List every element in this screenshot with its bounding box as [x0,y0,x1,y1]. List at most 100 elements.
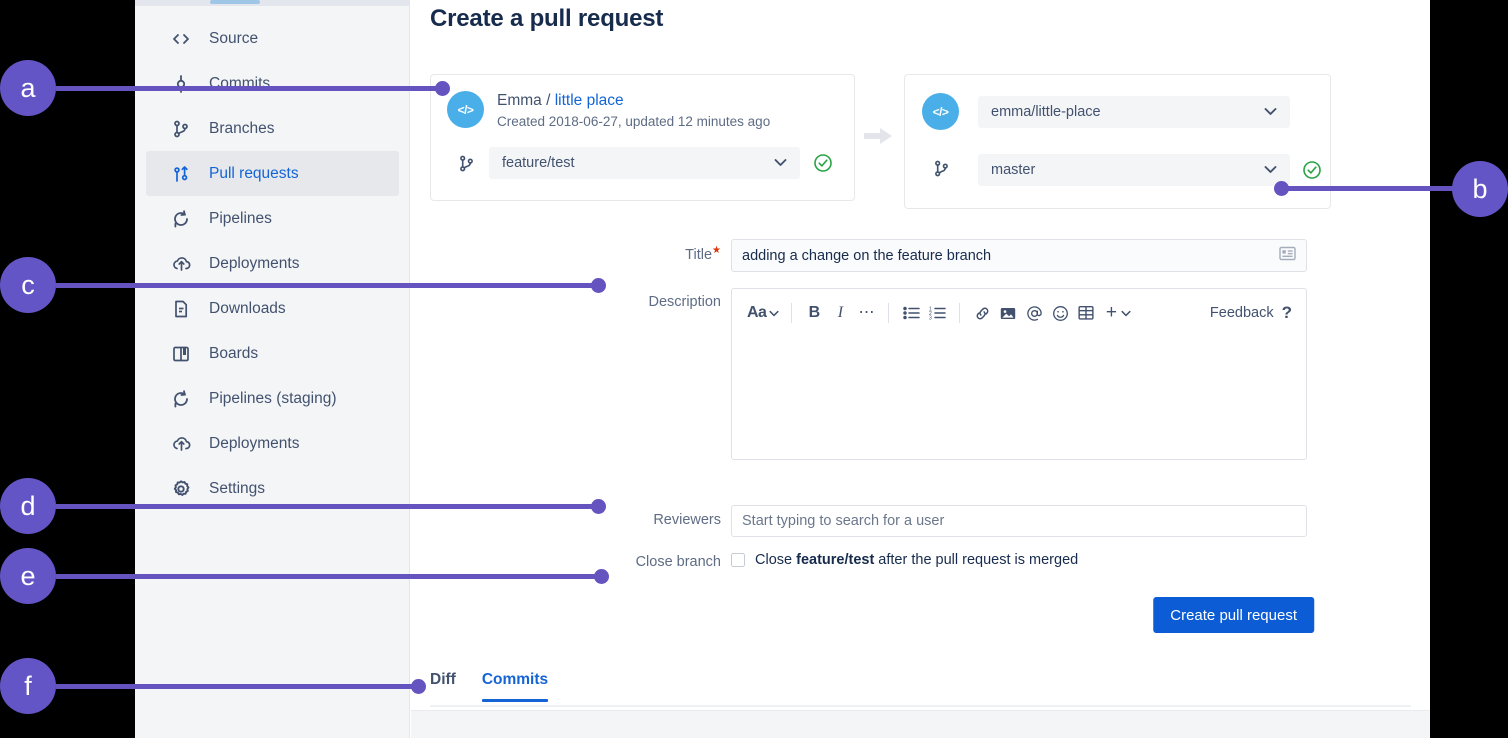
sidebar-item-label: Pipelines (staging) [209,390,337,408]
sidebar-item-label: Settings [209,480,265,498]
source-branch-valid-check-icon [813,153,833,173]
annotation-dot-a [435,81,450,96]
close-branch-text-before: Close [755,552,796,568]
plus-label: + [1106,304,1117,322]
sidebar-item-label: Boards [209,345,258,363]
table-icon[interactable] [1073,299,1099,327]
deployments-icon [169,252,193,276]
page-title: Create a pull request [430,5,663,33]
downloads-icon [169,297,193,321]
direction-arrow-icon [858,125,900,147]
footer-strip [411,710,1430,738]
bold-icon[interactable]: B [801,299,827,327]
diff-commits-tabs: Diff Commits [430,671,1411,707]
close-branch-checkbox[interactable] [731,553,745,567]
bold-label: B [809,304,821,322]
source-repo-link[interactable]: little place [555,92,624,109]
title-input-value: adding a change on the feature branch [742,248,991,264]
title-input[interactable]: adding a change on the feature branch [731,239,1307,272]
annotation-bubble-c: c [0,257,56,313]
italic-icon[interactable]: I [827,299,853,327]
sidebar-item-deployments[interactable]: Deployments [146,241,399,286]
sidebar-item-pull-requests[interactable]: Pull requests [146,151,399,196]
close-branch-branch-name: feature/test [796,552,874,568]
destination-repository-avatar-icon: </> [922,93,959,130]
sidebar-top-clipped-bar [135,0,410,6]
numbered-list-icon[interactable]: 123 [924,299,950,327]
reviewers-label: Reviewers [591,512,721,528]
sidebar-item-downloads[interactable]: Downloads [146,286,399,331]
sidebar-item-branches[interactable]: Branches [146,106,399,151]
chevron-down-icon [774,156,787,170]
source-repo-title: Emma / little place [497,92,624,110]
browser-screenshot: Source Commits Branches [135,0,1430,738]
description-editor[interactable]: Aa B I ⋯ [731,288,1307,460]
commits-icon [169,72,193,96]
close-branch-checkbox-label[interactable]: Close feature/test after the pull reques… [755,552,1078,568]
editor-toolbar: Aa B I ⋯ [732,289,1306,337]
tab-commits[interactable]: Commits [482,671,548,700]
mention-icon[interactable] [1021,299,1047,327]
branch-icon [453,150,479,176]
toolbar-divider [959,303,960,323]
destination-repo-select[interactable]: emma/little-place [978,96,1290,128]
annotation-leader-line-a [56,86,442,91]
source-branch-select[interactable]: feature/test [489,147,800,179]
source-repo-meta: Created 2018-06-27, updated 12 minutes a… [497,114,770,129]
sidebar-item-boards[interactable]: Boards [146,331,399,376]
annotation-dot-c [591,278,606,293]
main-content: Create a pull request </> Emma / little … [411,0,1430,738]
close-branch-label: Close branch [591,554,721,570]
sidebar-item-label: Downloads [209,300,286,318]
tab-diff[interactable]: Diff [430,671,456,700]
image-icon[interactable] [995,299,1021,327]
insert-more-icon[interactable]: + [1099,299,1137,327]
more-label: ⋯ [858,309,874,317]
more-formatting-icon[interactable]: ⋯ [853,299,879,327]
reviewers-placeholder: Start typing to search for a user [742,513,944,529]
sidebar-item-deployments-2[interactable]: Deployments [146,421,399,466]
annotation-bubble-e: e [0,548,56,604]
annotation-bubble-a: a [0,60,56,116]
destination-branch-value: master [991,162,1258,178]
sidebar-item-pipelines[interactable]: Pipelines [146,196,399,241]
sidebar-highlight-bar [210,0,260,4]
editor-feedback-link[interactable]: Feedback [1210,305,1274,321]
annotation-bubble-f: f [0,658,56,714]
destination-branch-panel: </> emma/little-place master [904,74,1331,209]
source-repo-owner: Emma / [497,92,550,109]
repository-sidebar: Source Commits Branches [135,0,410,738]
text-style-icon[interactable]: Aa [744,299,782,327]
description-label: Description [591,294,721,310]
sidebar-item-commits[interactable]: Commits [146,61,399,106]
annotation-dot-d [591,499,606,514]
pipelines-icon [169,207,193,231]
create-pull-request-button[interactable]: Create pull request [1153,597,1314,633]
sidebar-item-source[interactable]: Source [146,16,399,61]
description-template-icon[interactable] [1279,246,1296,265]
destination-branch-valid-check-icon [1302,160,1322,180]
annotation-leader-line-c [56,283,598,288]
link-icon[interactable] [969,299,995,327]
annotation-dot-f [411,679,426,694]
sidebar-item-label: Branches [209,120,274,138]
annotation-dot-b [1274,181,1289,196]
bullet-list-icon[interactable] [898,299,924,327]
title-label: Title★ [591,245,721,263]
reviewers-input[interactable]: Start typing to search for a user [731,505,1307,537]
sidebar-item-label: Pipelines [209,210,272,228]
emoji-icon[interactable] [1047,299,1073,327]
annotation-bubble-d: d [0,478,56,534]
destination-branch-select[interactable]: master [978,154,1290,186]
annotation-leader-line-e [56,574,604,579]
annotation-leader-line-f [56,684,418,689]
pipelines-icon [169,387,193,411]
text-style-label: Aa [747,304,766,322]
editor-help-icon[interactable]: ? [1282,303,1292,323]
settings-gear-icon [169,477,193,501]
deployments-icon [169,432,193,456]
sidebar-item-pipelines-staging[interactable]: Pipelines (staging) [146,376,399,421]
title-label-text: Title [685,247,712,263]
boards-icon [169,342,193,366]
close-branch-text-after: after the pull request is merged [874,552,1078,568]
